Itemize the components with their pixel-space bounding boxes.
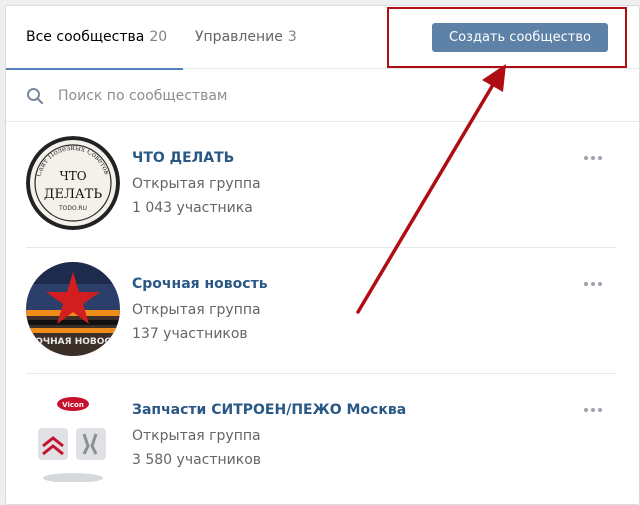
tab-management-count: 3 — [287, 29, 297, 45]
more-actions-icon[interactable] — [584, 401, 608, 413]
avatar-text-site: TODO.RU — [58, 205, 87, 212]
search-input[interactable] — [58, 83, 578, 109]
community-row: СРОЧНАЯ НОВОСТЬ Срочная новость Открытая… — [6, 248, 639, 374]
tab-management[interactable]: Управление 3 — [195, 6, 297, 69]
avatar-text-line1: ЧТО — [59, 169, 86, 183]
community-name-link[interactable]: Срочная новость — [132, 276, 268, 292]
community-members: 3 580 участников — [132, 452, 262, 468]
tab-all-count: 20 — [149, 29, 168, 45]
community-avatar[interactable]: Vicon — [26, 388, 120, 482]
community-type: Открытая группа — [132, 428, 261, 444]
community-avatar[interactable]: СРОЧНАЯ НОВОСТЬ — [26, 262, 120, 356]
community-row: Сайт Полезных Советов ЧТО ДЕЛАТЬ TODO.RU… — [6, 122, 639, 248]
tab-management-label: Управление — [195, 29, 283, 45]
tab-all-label: Все сообщества — [26, 29, 145, 45]
todo-logo-image: Сайт Полезных Советов ЧТО ДЕЛАТЬ TODO.RU — [26, 136, 120, 230]
community-type: Открытая группа — [132, 302, 261, 318]
annotation-highlight-box — [387, 7, 627, 68]
more-actions-icon[interactable] — [584, 275, 608, 287]
community-members: 1 043 участника — [132, 200, 253, 216]
communities-panel: Все сообщества 20 Управление 3 Создать соо… — [5, 5, 640, 505]
community-name-link[interactable]: ЧТО ДЕЛАТЬ — [132, 150, 234, 166]
search-icon — [27, 88, 44, 105]
avatar-text-line2: ДЕЛАТЬ — [44, 187, 102, 202]
community-members: 137 участников — [132, 326, 248, 342]
community-row: Vicon Запчасти СИТРОЕН/ПЕЖО Москва Откры… — [6, 374, 639, 500]
community-avatar[interactable]: Сайт Полезных Советов ЧТО ДЕЛАТЬ TODO.RU — [26, 136, 120, 230]
parts-logo-image: Vicon — [26, 388, 120, 482]
news-logo-image: СРОЧНАЯ НОВОСТЬ — [26, 262, 120, 356]
avatar-news-text: СРОЧНАЯ НОВОСТЬ — [26, 337, 120, 347]
avatar-brand-text: Vicon — [62, 401, 84, 409]
more-actions-icon[interactable] — [584, 149, 608, 161]
community-name-link[interactable]: Запчасти СИТРОЕН/ПЕЖО Москва — [132, 402, 406, 418]
search-bar — [6, 70, 639, 122]
community-type: Открытая группа — [132, 176, 261, 192]
tab-all-communities[interactable]: Все сообщества 20 — [6, 6, 184, 70]
